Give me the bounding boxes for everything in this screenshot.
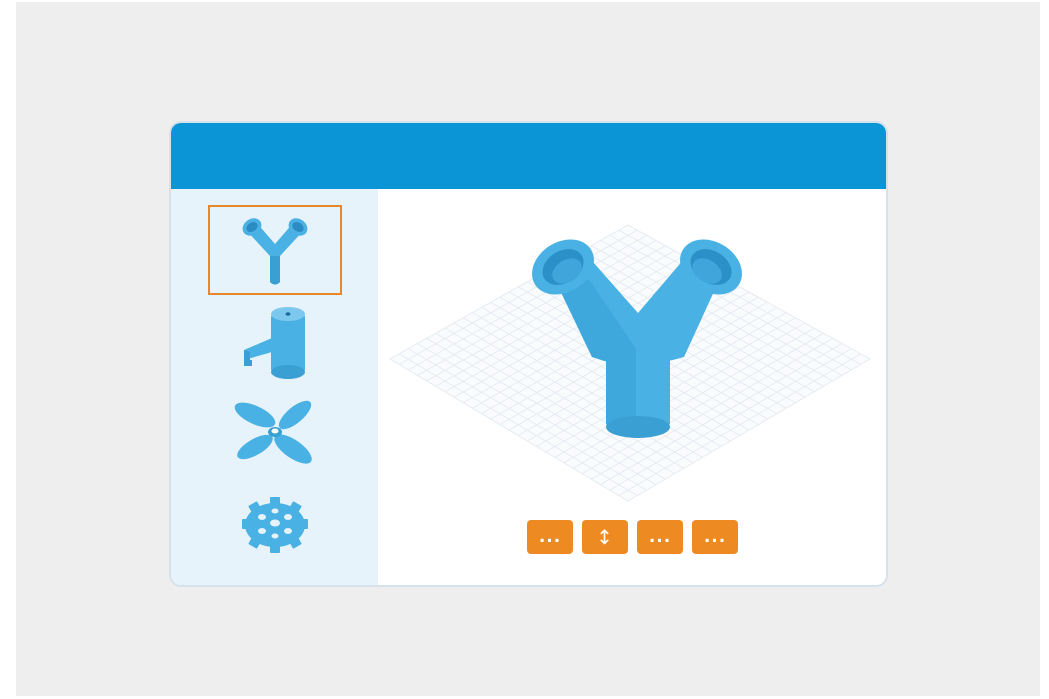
vertical-move-button[interactable]: ↕ (582, 520, 628, 554)
app-window: ... ↕ ... ... (171, 123, 886, 585)
title-bar (171, 123, 886, 189)
gear-icon (242, 497, 308, 553)
propeller-icon (234, 400, 312, 464)
sidebar-item-faucet[interactable] (208, 297, 342, 387)
more-icon: ... (648, 526, 672, 547)
more-icon: ... (703, 526, 727, 547)
more-button-2[interactable]: ... (637, 520, 683, 554)
sidebar-item-propeller[interactable] (208, 387, 342, 477)
more-button-1[interactable]: ... (527, 520, 573, 554)
3d-viewport[interactable]: ... ↕ ... ... (378, 189, 886, 585)
sidebar (171, 189, 378, 585)
sidebar-item-y-pipe[interactable] (208, 205, 342, 295)
more-icon: ... (538, 526, 562, 547)
more-button-3[interactable]: ... (692, 520, 738, 554)
y-pipe-icon (242, 218, 308, 285)
faucet-icon (244, 307, 305, 379)
vertical-arrows-icon: ↕ (596, 525, 614, 549)
viewport-toolbar: ... ↕ ... ... (527, 520, 738, 554)
sidebar-item-gear[interactable] (208, 477, 342, 567)
